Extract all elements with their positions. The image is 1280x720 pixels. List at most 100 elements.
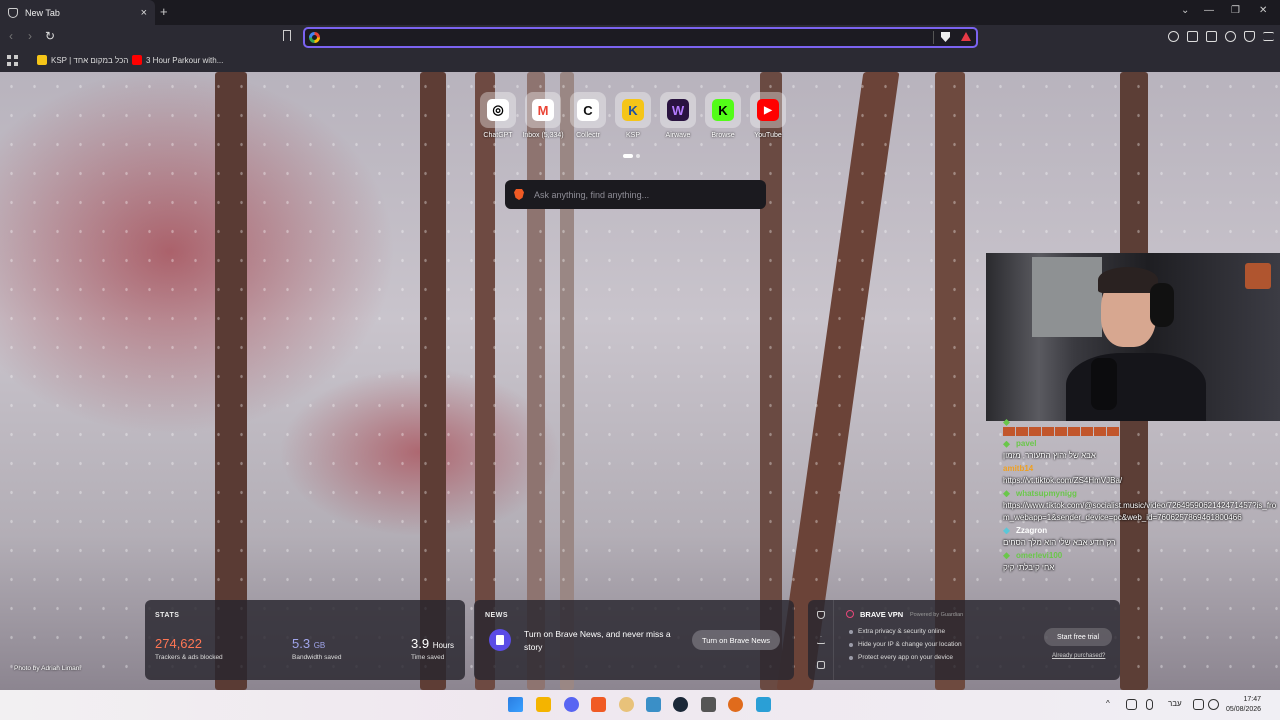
already-purchased-link[interactable]: Already purchased? — [1052, 653, 1105, 659]
news-icon — [489, 629, 511, 651]
top-site-label: YouTube — [754, 132, 782, 139]
chat-username: omerlevi100 — [1003, 550, 1278, 562]
chat-message — [1003, 419, 1278, 436]
divider — [933, 31, 934, 44]
discord-icon[interactable] — [564, 697, 579, 712]
top-site-kick[interactable]: K Browse — [705, 92, 741, 139]
tab-search-icon[interactable]: ⌄ — [1181, 5, 1189, 16]
top-site-youtube[interactable]: ▶ YouTube — [750, 92, 786, 139]
top-site-collectr[interactable]: C Collectr — [570, 92, 606, 139]
time: 17:47 — [1243, 696, 1262, 703]
vpn-powered-by: Powered by Guardian — [910, 612, 964, 618]
tray-overflow-icon[interactable]: ^ — [1106, 699, 1110, 708]
tab-new-tab[interactable]: New Tab × — [0, 0, 155, 25]
microphone-icon[interactable] — [1146, 699, 1153, 710]
collectr-icon: C — [577, 99, 599, 121]
forward-button[interactable]: › — [28, 29, 32, 43]
tab-bar: New Tab × + ⌄ — ❐ ✕ — [0, 0, 1280, 25]
app-icon[interactable] — [619, 697, 634, 712]
display-icon[interactable] — [1193, 699, 1204, 710]
trackers-label: Trackers & ads blocked — [155, 654, 223, 661]
time-value: 3.9 Hours — [411, 636, 455, 651]
chat-text: רק חדע אבא שלי הוא מלך הסחים — [1003, 538, 1116, 548]
badge-icon — [1003, 440, 1010, 448]
youtube-icon — [132, 55, 142, 65]
top-site-gmail[interactable]: M Inbox (5,334) — [522, 92, 564, 139]
reload-button[interactable]: ↻ — [45, 29, 55, 43]
youtube-icon: ▶ — [757, 99, 779, 121]
pager-dot-active[interactable] — [623, 154, 633, 158]
app-icon[interactable] — [728, 697, 743, 712]
media-icon[interactable] — [1168, 31, 1179, 42]
chat-emotes — [1003, 427, 1278, 436]
news-widget: NEWS Turn on Brave News, and never miss … — [474, 600, 794, 680]
tab-title: New Tab — [25, 7, 60, 18]
app-icon[interactable] — [701, 697, 716, 712]
turn-on-news-button[interactable]: Turn on Brave News — [692, 630, 780, 650]
new-tab-page: ◎ ChatGPT M Inbox (5,334) C Collectr K K… — [0, 72, 1280, 690]
bookmark-icon[interactable] — [283, 30, 291, 41]
webcam-person-hair — [1098, 267, 1158, 293]
leo-ai-icon[interactable] — [1225, 31, 1236, 42]
start-icon[interactable] — [508, 697, 523, 712]
new-tab-button[interactable]: + — [160, 4, 168, 19]
language-indicator[interactable]: עבר — [1168, 699, 1182, 708]
back-button[interactable]: ‹ — [9, 29, 13, 43]
maximize-button[interactable]: ❐ — [1231, 5, 1240, 16]
time-label: Time saved — [411, 654, 445, 661]
pager-dot[interactable] — [636, 154, 640, 158]
clock[interactable]: 17:47 05/08/2026 — [1226, 695, 1261, 715]
close-tab-icon[interactable]: × — [141, 7, 147, 19]
start-free-trial-button[interactable]: Start free trial — [1044, 628, 1112, 646]
top-site-airwave[interactable]: W Airwave — [660, 92, 696, 139]
top-site-chatgpt[interactable]: ◎ ChatGPT — [480, 92, 516, 139]
vpn-feature: Protect every app on your device — [848, 654, 954, 661]
webcam-person-body — [1066, 353, 1206, 421]
app-icon[interactable] — [756, 697, 771, 712]
badge-icon — [1003, 490, 1010, 498]
brave-rewards-icon[interactable] — [961, 32, 971, 41]
chat-overlay: pavel אבא של זהוץ התעורר, מזמון amitb14 … — [1003, 419, 1278, 574]
steam-icon[interactable] — [673, 697, 688, 712]
brave-icon[interactable] — [591, 697, 606, 712]
chat-message: whatsupmynigg https://www.tiktok.com/@so… — [1003, 488, 1278, 525]
top-sites-pager[interactable] — [623, 154, 640, 158]
network-icon[interactable] — [1126, 699, 1137, 710]
address-input[interactable] — [323, 29, 923, 46]
rewards-tab-icon[interactable] — [817, 636, 825, 644]
chat-username: whatsupmynigg — [1003, 488, 1278, 500]
search-box[interactable] — [505, 180, 766, 209]
emote-image — [1245, 263, 1271, 289]
minimize-button[interactable]: — — [1204, 5, 1214, 16]
chat-username: amitb14 — [1003, 463, 1034, 473]
bookmark-youtube[interactable]: 3 Hour Parkour with... — [132, 55, 223, 65]
top-site-ksp[interactable]: K KSP — [615, 92, 651, 139]
chat-text: אבא של זהוץ התעורר, מזמון — [1003, 451, 1096, 461]
app-icon[interactable] — [646, 697, 661, 712]
volume-icon[interactable] — [1208, 699, 1219, 710]
vpn-feature: Hide your IP & change your location — [849, 641, 962, 648]
brave-shields-icon[interactable] — [941, 32, 950, 42]
address-bar[interactable] — [303, 27, 978, 48]
wallet-icon[interactable] — [1206, 31, 1217, 42]
chat-username: pavel — [1003, 438, 1278, 450]
brave-lion-icon — [514, 189, 524, 200]
chat-text: https://www.tiktok.com/@socialist.music/… — [1003, 500, 1277, 523]
file-explorer-icon[interactable] — [536, 697, 551, 712]
top-sites: ◎ ChatGPT M Inbox (5,334) C Collectr K K… — [480, 92, 786, 139]
search-input[interactable] — [534, 189, 754, 200]
sidebar-icon[interactable] — [1187, 31, 1198, 42]
bookmark-ksp[interactable]: KSP | הכל במקום אחד — [37, 55, 128, 65]
chatgpt-icon: ◎ — [487, 99, 509, 121]
vpn-icon[interactable] — [1244, 31, 1255, 42]
webcam-overlay — [986, 253, 1280, 421]
talk-tab-icon[interactable] — [817, 661, 825, 669]
close-window-button[interactable]: ✕ — [1259, 5, 1267, 16]
microphone-icon — [1091, 358, 1117, 410]
apps-grid-icon[interactable] — [7, 55, 18, 66]
chat-text: https://vt.tiktok.com/ZS4HmVJBa/ — [1003, 476, 1123, 486]
brave-shield-icon — [8, 7, 18, 18]
vpn-logo-icon — [846, 610, 854, 618]
menu-icon[interactable] — [1263, 32, 1274, 41]
vpn-tab-icon[interactable] — [817, 611, 825, 619]
